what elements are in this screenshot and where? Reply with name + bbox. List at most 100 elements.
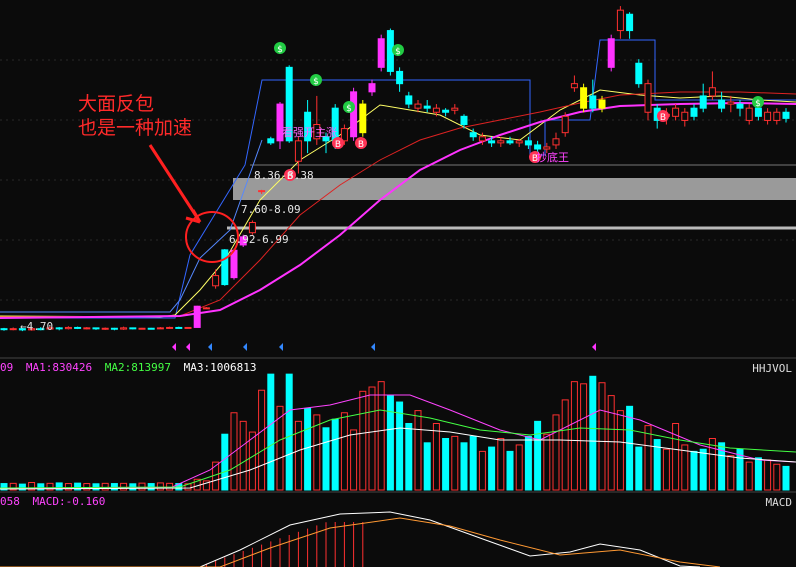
volume-bar-48 [442,438,450,491]
candle-body-7 [64,326,72,330]
tick-arrow-icon-6 [592,343,596,351]
candle-body-29 [267,138,275,144]
dollar-signal-glyph-0: $ [277,45,283,55]
dollar-signal-glyph-3: $ [395,47,401,57]
volume-bar-63 [580,383,588,491]
candle-body-16 [147,327,155,330]
volume-bar-17 [156,482,164,491]
volume-bar-52 [478,450,486,491]
signal-label-chaodi: 抄底王 [536,151,569,164]
candle-body-12 [110,327,118,330]
candle-body-78 [718,99,726,109]
candle-body-43 [396,70,404,85]
volume-bar-13 [120,482,128,491]
volume-bar-44 [405,422,413,491]
candle-body-79 [727,101,735,105]
candle-body-6 [55,327,63,330]
signal-label-qiangshi: 看强开主涨 [282,126,337,139]
candle-body-1 [9,328,17,331]
candle-body-50 [460,115,468,126]
volume-bar-64 [589,375,597,491]
candle-body-77 [708,87,716,97]
candle-body-28 [258,190,266,193]
volume-bar-10 [92,483,100,491]
volume-bar-28 [258,389,266,491]
volume-bar-61 [561,399,569,491]
candle-body-55 [506,140,514,144]
volume-bar-72 [662,448,670,491]
volume-indicator-name[interactable]: HHJVOL [752,362,792,375]
volume-bar-36 [331,418,339,491]
volume-bar-54 [497,438,505,491]
tick-arrow-icon-3 [243,343,247,351]
candle-body-27 [248,222,256,234]
volume-bar-49 [451,435,459,491]
volume-bar-29 [267,373,275,491]
volume-ma1: MA1:830426 [25,361,93,374]
volume-bar-47 [432,422,440,491]
price-label-zone1: 8.36-8.38 [254,169,314,182]
volume-prefix: 09 [0,361,14,374]
volume-ma3: MA3:1006813 [183,361,257,374]
candle-body-19 [175,326,183,329]
candle-body-81 [745,107,753,121]
volume-bar-45 [414,410,422,491]
candle-body-74 [681,111,689,121]
candle-body-47 [432,107,440,113]
volume-bar-65 [598,382,606,491]
candle-body-76 [699,95,707,109]
price-label-low: ←4.70 [20,320,54,333]
candle-body-21 [193,305,201,328]
price-label-zone2: 7.60-8.09 [241,203,301,216]
volume-bar-77 [708,438,716,491]
macd-dif-line [0,511,701,567]
volume-bar-59 [543,433,551,491]
candle-body-68 [626,13,634,32]
volume-bar-37 [340,412,348,491]
candle-body-83 [764,111,772,121]
volume-bar-27 [248,431,256,491]
candle-body-11 [101,327,109,330]
candle-body-22 [202,307,210,310]
candle-body-73 [672,107,680,117]
tick-arrow-icon-0 [172,343,176,351]
buy-signal-glyph-2: B [358,140,364,150]
candle-body-39 [359,103,367,134]
dollar-signal-glyph-4: $ [755,99,761,109]
volume-bar-11 [101,482,109,491]
volume-bar-76 [699,448,707,491]
candle-body-13 [120,327,128,330]
candle-body-82 [754,107,762,117]
macd-dea-line [0,517,721,567]
candle-body-65 [598,99,606,109]
candle-body-62 [570,83,578,89]
volume-bar-40 [368,386,376,491]
candle-body-46 [423,105,431,109]
buy-signal-glyph-4: B [660,113,666,123]
tick-arrow-icon-1 [186,343,190,351]
tick-arrow-icon-2 [208,343,212,351]
macd-value: MACD:-0.160 [32,495,106,508]
annotation-line-2: 也是一种加速 [78,117,193,139]
volume-bar-12 [110,483,118,491]
candle-body-9 [83,327,91,330]
candle-body-0 [0,328,8,331]
annotation-arrow [148,144,202,224]
candle-body-54 [497,140,505,144]
candle-body-17 [156,327,164,330]
candle-body-24 [221,249,229,286]
volume-bar-26 [239,420,247,491]
volume-bar-66 [607,395,615,491]
candle-body-63 [580,87,588,109]
volume-bar-81 [745,461,753,491]
annotation-text: 大面反包 也是一种加速 [78,92,192,140]
candle-body-58 [534,144,542,150]
tick-arrow-icon-5 [371,343,375,351]
candle-body-69 [635,62,643,85]
volume-bar-56 [515,444,523,491]
annotation-line-1: 大面反包 [78,93,155,115]
volume-bar-35 [322,427,330,491]
candle-body-66 [607,38,615,68]
candle-body-56 [515,140,523,144]
macd-indicator-name[interactable]: MACD [766,496,793,509]
